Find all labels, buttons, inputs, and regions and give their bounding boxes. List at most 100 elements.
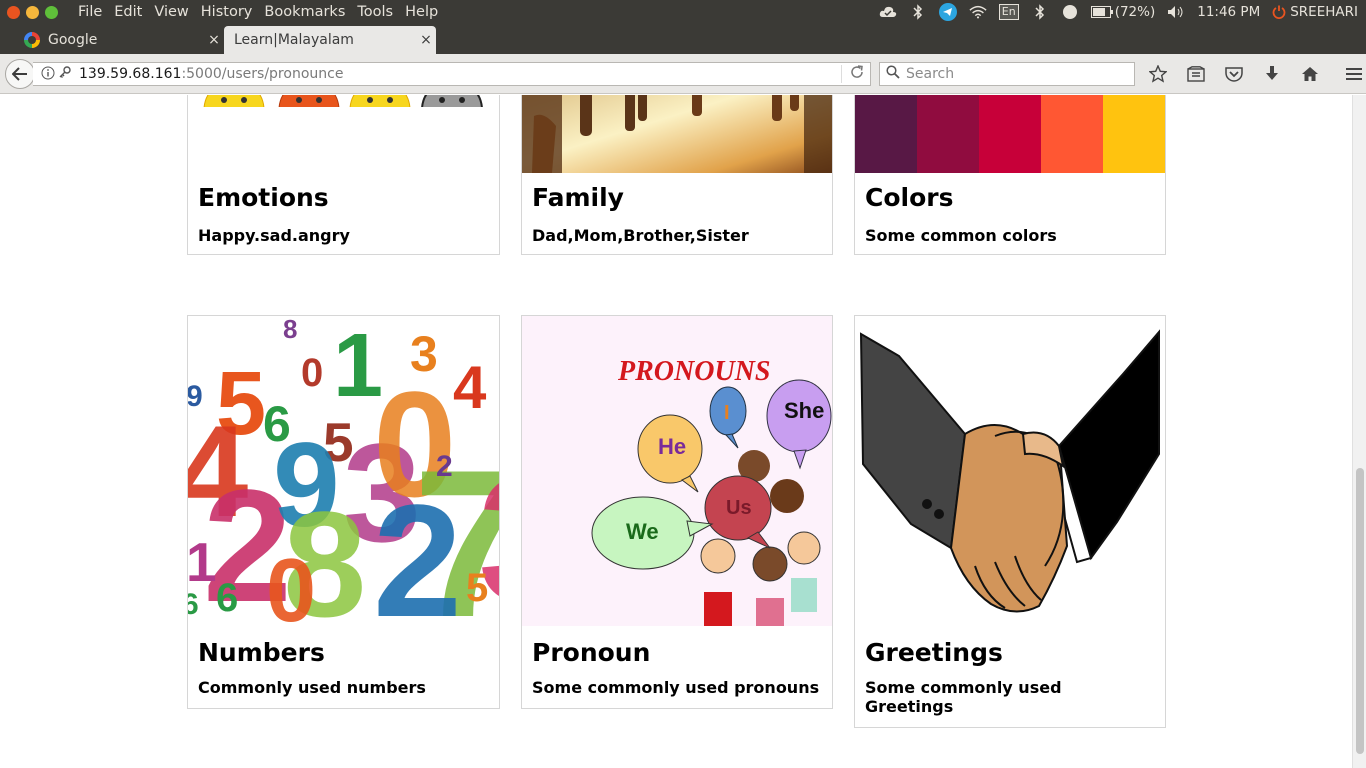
- app-menu: File Edit View History Bookmarks Tools H…: [72, 4, 444, 20]
- card-title: Family: [532, 183, 624, 212]
- cloud-sync-icon[interactable]: [879, 3, 897, 21]
- telegram-icon[interactable]: [938, 3, 957, 21]
- color-swatch: [1041, 95, 1103, 173]
- bubble-label: She: [784, 398, 824, 423]
- card-description: Some common colors: [865, 226, 1057, 245]
- digit: 4: [453, 354, 487, 421]
- digit: 8: [283, 316, 297, 344]
- power-icon: [1272, 5, 1286, 19]
- url-path: :5000/users/pronounce: [181, 66, 344, 82]
- card-description: Commonly used numbers: [198, 678, 426, 697]
- bubble-label: I: [724, 402, 730, 424]
- system-menubar: File Edit View History Bookmarks Tools H…: [0, 0, 1366, 24]
- search-bar[interactable]: Search: [879, 62, 1135, 86]
- close-tab-icon[interactable]: ×: [416, 32, 436, 48]
- menu-tools[interactable]: Tools: [351, 4, 399, 20]
- pocket-icon[interactable]: [1222, 62, 1246, 86]
- battery-icon: [1090, 6, 1113, 18]
- wifi-icon[interactable]: [969, 3, 987, 21]
- clock[interactable]: 11:46 PM: [1197, 4, 1260, 20]
- bluetooth-icon[interactable]: [909, 3, 927, 21]
- menu-history[interactable]: History: [195, 4, 259, 20]
- search-icon: [886, 65, 900, 83]
- site-info-icon[interactable]: [41, 66, 55, 83]
- color-swatch: [1103, 95, 1165, 173]
- close-tab-icon[interactable]: ×: [204, 32, 224, 48]
- bubble-label: Us: [726, 497, 752, 519]
- minimize-window-button[interactable]: [26, 5, 39, 19]
- tab-strip: Google × Learn|Malayalam × +: [0, 24, 1366, 75]
- card-title: Pronoun: [532, 638, 651, 667]
- bookmark-star-icon[interactable]: [1146, 62, 1170, 86]
- menu-file[interactable]: File: [72, 4, 108, 20]
- back-arrow-icon: [12, 67, 27, 81]
- card-family[interactable]: Family Dad,Mom,Brother,Sister: [521, 95, 833, 255]
- numbers-image: 8 1 3 5 0 4 9 6 5 4 2 9 3 0 7 2 8 3 2 1: [188, 316, 499, 626]
- digit: 5: [466, 566, 488, 610]
- user-name: SREEHARI: [1290, 4, 1358, 20]
- digit: 0: [266, 541, 316, 626]
- reading-list-icon[interactable]: [1184, 62, 1208, 86]
- digit: 0: [301, 351, 323, 395]
- toolbar-buttons: [1146, 62, 1366, 86]
- digit: 1: [188, 531, 217, 593]
- color-swatch: [979, 95, 1041, 173]
- menu-view[interactable]: View: [148, 4, 194, 20]
- back-button[interactable]: [5, 59, 35, 89]
- bubble-label: He: [658, 434, 686, 459]
- card-title: Colors: [865, 183, 954, 212]
- battery-percent: (72%): [1114, 4, 1156, 20]
- url-bar[interactable]: 139.59.68.161:5000/users/pronounce: [33, 62, 871, 86]
- emotions-image: [188, 95, 499, 107]
- card-description: Happy.sad.angry: [198, 226, 350, 245]
- card-pronoun[interactable]: PRONOUNS I She He Us We Pronoun Some com…: [521, 315, 833, 709]
- keyboard-layout-indicator[interactable]: En: [998, 4, 1019, 20]
- bluetooth-status-icon[interactable]: [1031, 3, 1049, 21]
- tab-google[interactable]: Google ×: [16, 26, 224, 54]
- card-description: Some commonly used pronouns: [532, 678, 820, 697]
- window-controls: [7, 5, 58, 19]
- navigation-toolbar: 139.59.68.161:5000/users/pronounce Searc…: [0, 54, 1366, 94]
- digit: 2: [373, 471, 462, 626]
- system-tray: En (72%) 11:46 PM SREEHARI: [879, 0, 1358, 24]
- colors-image: [855, 95, 1165, 173]
- url-host: 139.59.68.161: [79, 66, 182, 82]
- reload-icon[interactable]: [841, 65, 864, 83]
- search-placeholder: Search: [906, 66, 955, 82]
- color-swatch: [855, 95, 917, 173]
- menu-help[interactable]: Help: [399, 4, 444, 20]
- session-menu[interactable]: SREEHARI: [1272, 4, 1358, 20]
- menu-edit[interactable]: Edit: [108, 4, 148, 20]
- volume-icon[interactable]: [1167, 3, 1185, 21]
- tab-title: Learn|Malayalam: [234, 32, 354, 48]
- card-description: Some commonly used Greetings: [865, 678, 1062, 716]
- family-image: [522, 95, 832, 173]
- card-greetings[interactable]: Greetings Some commonly used Greetings: [854, 315, 1166, 728]
- maximize-window-button[interactable]: [45, 5, 58, 19]
- download-icon[interactable]: [1260, 62, 1284, 86]
- card-title: Greetings: [865, 638, 1003, 667]
- tab-learn-malayalam[interactable]: Learn|Malayalam ×: [224, 26, 436, 54]
- digit: 6: [188, 588, 199, 621]
- card-colors[interactable]: Colors Some common colors: [854, 95, 1166, 255]
- digit: 6: [216, 576, 238, 620]
- card-title: Emotions: [198, 183, 329, 212]
- hamburger-menu-icon[interactable]: [1342, 62, 1366, 86]
- key-icon[interactable]: [59, 66, 71, 82]
- color-swatch: [917, 95, 979, 173]
- pronouns-heading: PRONOUNS: [617, 356, 770, 387]
- close-window-button[interactable]: [7, 5, 20, 19]
- page-scrollbar[interactable]: [1352, 95, 1366, 768]
- greetings-image: [855, 316, 1165, 626]
- chat-icon[interactable]: [1061, 3, 1079, 21]
- bubble-label: We: [626, 519, 659, 544]
- scrollbar-thumb[interactable]: [1356, 468, 1364, 754]
- menu-bookmarks[interactable]: Bookmarks: [258, 4, 351, 20]
- card-title: Numbers: [198, 638, 325, 667]
- google-favicon-icon: [24, 32, 40, 48]
- home-icon[interactable]: [1298, 62, 1322, 86]
- card-numbers[interactable]: 8 1 3 5 0 4 9 6 5 4 2 9 3 0 7 2 8 3 2 1: [187, 315, 500, 709]
- tab-title: Google: [48, 32, 98, 48]
- battery-indicator[interactable]: (72%): [1090, 4, 1156, 20]
- card-emotions[interactable]: Emotions Happy.sad.angry: [187, 95, 500, 255]
